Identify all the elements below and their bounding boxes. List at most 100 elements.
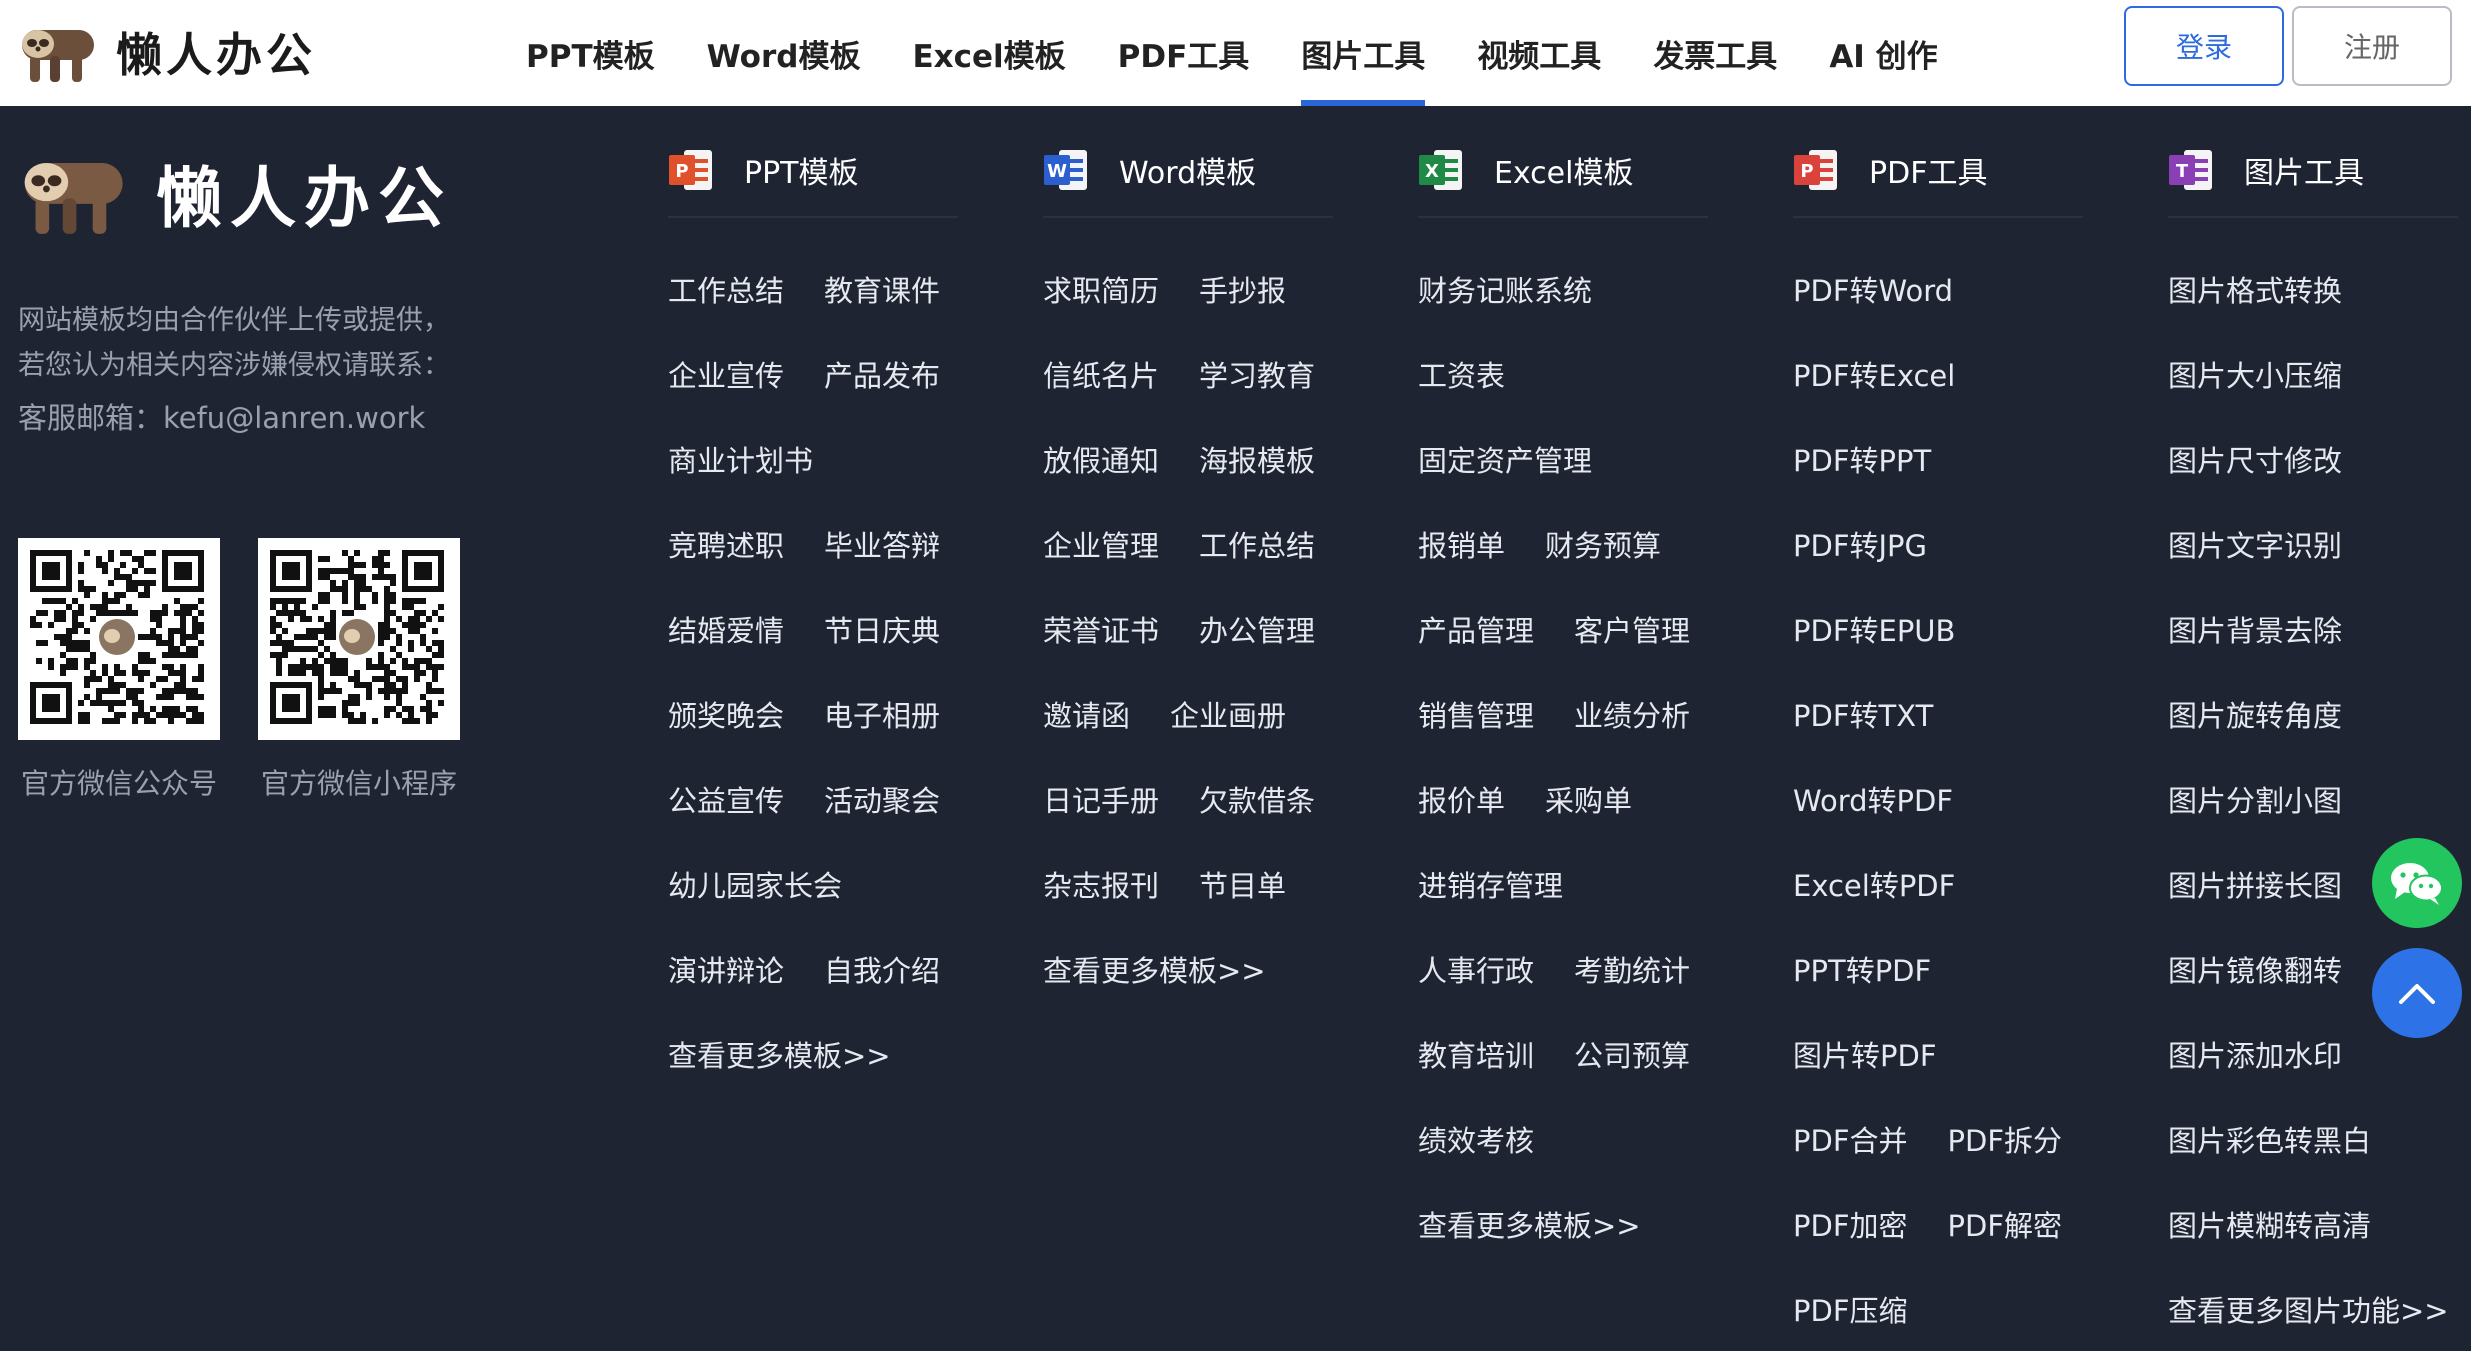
nav-item[interactable]: PDF工具 bbox=[1118, 0, 1250, 106]
footer-link[interactable]: 报价单 bbox=[1418, 778, 1505, 820]
footer-link[interactable]: 荣誉证书 bbox=[1043, 608, 1159, 650]
footer-link[interactable]: 演讲辩论 bbox=[668, 948, 784, 990]
footer-link[interactable]: 工资表 bbox=[1418, 353, 1505, 395]
footer-link[interactable]: 手抄报 bbox=[1199, 268, 1286, 310]
footer-link[interactable]: 图片大小压缩 bbox=[2168, 353, 2342, 395]
footer-link[interactable]: PDF拆分 bbox=[1948, 1118, 2063, 1160]
footer-link[interactable]: Excel转PDF bbox=[1793, 863, 1955, 905]
footer-link[interactable]: 日记手册 bbox=[1043, 778, 1159, 820]
footer-link[interactable]: 教育课件 bbox=[824, 268, 940, 310]
wechat-float-button[interactable] bbox=[2372, 838, 2462, 928]
nav-item[interactable]: AI 创作 bbox=[1829, 0, 1937, 106]
footer-link[interactable]: 图片拼接长图 bbox=[2168, 863, 2342, 905]
nav-item[interactable]: PPT模板 bbox=[526, 0, 655, 106]
nav-item[interactable]: 视频工具 bbox=[1477, 0, 1601, 106]
footer-link[interactable]: 图片镜像翻转 bbox=[2168, 948, 2342, 990]
footer-link[interactable]: 图片尺寸修改 bbox=[2168, 438, 2342, 480]
footer-link[interactable]: 放假通知 bbox=[1043, 438, 1159, 480]
column-header[interactable]: T 图片工具 bbox=[2168, 140, 2458, 218]
login-button[interactable]: 登录 bbox=[2124, 6, 2284, 86]
footer-link[interactable]: 公益宣传 bbox=[668, 778, 784, 820]
footer-link[interactable]: PDF合并 bbox=[1793, 1118, 1908, 1160]
view-more-link[interactable]: 查看更多模板>> bbox=[1418, 1203, 1641, 1245]
column-header[interactable]: P PDF工具 bbox=[1793, 140, 2083, 218]
footer-link[interactable]: PDF转EPUB bbox=[1793, 608, 1955, 650]
footer-link[interactable]: 产品发布 bbox=[824, 353, 940, 395]
footer-link[interactable]: 报销单 bbox=[1418, 523, 1505, 565]
footer-link[interactable]: 办公管理 bbox=[1199, 608, 1315, 650]
footer-link[interactable]: 图片添加水印 bbox=[2168, 1033, 2342, 1075]
footer-link[interactable]: 企业管理 bbox=[1043, 523, 1159, 565]
footer-link[interactable]: 图片旋转角度 bbox=[2168, 693, 2342, 735]
footer-link[interactable]: 销售管理 bbox=[1418, 693, 1534, 735]
site-logo[interactable]: 懒人办公 bbox=[16, 10, 316, 94]
footer-link[interactable]: PDF解密 bbox=[1948, 1203, 2063, 1245]
footer-link[interactable]: 节日庆典 bbox=[824, 608, 940, 650]
column-header[interactable]: W Word模板 bbox=[1043, 140, 1333, 218]
nav-item[interactable]: Excel模板 bbox=[912, 0, 1065, 106]
nav-item[interactable]: 发票工具 bbox=[1653, 0, 1777, 106]
column-header[interactable]: P PPT模板 bbox=[668, 140, 958, 218]
footer-link[interactable]: 竞聘述职 bbox=[668, 523, 784, 565]
footer-link[interactable]: 欠款借条 bbox=[1199, 778, 1315, 820]
footer-link[interactable]: 结婚爱情 bbox=[668, 608, 784, 650]
footer-link[interactable]: 商业计划书 bbox=[668, 438, 813, 480]
link-row: PPT转PDF bbox=[1793, 926, 2083, 1011]
footer-link[interactable]: 毕业答辩 bbox=[824, 523, 940, 565]
footer-link[interactable]: 财务记账系统 bbox=[1418, 268, 1592, 310]
footer-link[interactable]: 图片格式转换 bbox=[2168, 268, 2342, 310]
footer-link[interactable]: PPT转PDF bbox=[1793, 948, 1931, 990]
footer-link[interactable]: 绩效考核 bbox=[1418, 1118, 1534, 1160]
view-more-link[interactable]: 查看更多模板>> bbox=[1043, 948, 1266, 990]
footer-link[interactable]: 固定资产管理 bbox=[1418, 438, 1592, 480]
footer-link[interactable]: 产品管理 bbox=[1418, 608, 1534, 650]
footer-link[interactable]: 电子相册 bbox=[824, 693, 940, 735]
footer-link[interactable]: 求职简历 bbox=[1043, 268, 1159, 310]
footer-link[interactable]: 公司预算 bbox=[1574, 1033, 1690, 1075]
footer-link[interactable]: PDF加密 bbox=[1793, 1203, 1908, 1245]
column-header[interactable]: X Excel模板 bbox=[1418, 140, 1708, 218]
footer-link[interactable]: Word转PDF bbox=[1793, 778, 1953, 820]
footer-link[interactable]: 客户管理 bbox=[1574, 608, 1690, 650]
footer-link[interactable]: 自我介绍 bbox=[824, 948, 940, 990]
footer-link[interactable]: PDF转TXT bbox=[1793, 693, 1933, 735]
view-more-link[interactable]: 查看更多模板>> bbox=[668, 1033, 891, 1075]
footer-link[interactable]: 邀请函 bbox=[1043, 693, 1130, 735]
footer-link[interactable]: 颁奖晚会 bbox=[668, 693, 784, 735]
footer-link[interactable]: PDF压缩 bbox=[1793, 1288, 1908, 1330]
footer-link[interactable]: 活动聚会 bbox=[824, 778, 940, 820]
footer-link[interactable]: 采购单 bbox=[1545, 778, 1632, 820]
footer-link[interactable]: 信纸名片 bbox=[1043, 353, 1159, 395]
footer-link[interactable]: PDF转Excel bbox=[1793, 353, 1955, 395]
register-button[interactable]: 注册 bbox=[2292, 6, 2452, 86]
footer-link[interactable]: PDF转Word bbox=[1793, 268, 1953, 310]
view-more-link[interactable]: 查看更多图片功能>> bbox=[2168, 1288, 2449, 1330]
footer-link[interactable]: 杂志报刊 bbox=[1043, 863, 1159, 905]
back-to-top-button[interactable] bbox=[2372, 948, 2462, 1038]
footer-link[interactable]: 企业画册 bbox=[1170, 693, 1286, 735]
footer-link[interactable]: 工作总结 bbox=[668, 268, 784, 310]
footer-link[interactable]: 工作总结 bbox=[1199, 523, 1315, 565]
footer-link[interactable]: 节目单 bbox=[1199, 863, 1286, 905]
footer-link[interactable]: 考勤统计 bbox=[1574, 948, 1690, 990]
footer-link[interactable]: 图片文字识别 bbox=[2168, 523, 2342, 565]
footer-link[interactable]: 图片彩色转黑白 bbox=[2168, 1118, 2371, 1160]
footer-logo[interactable]: 懒人办公 bbox=[16, 138, 452, 248]
footer-link[interactable]: 进销存管理 bbox=[1418, 863, 1563, 905]
footer-link[interactable]: 图片模糊转高清 bbox=[2168, 1203, 2371, 1245]
footer-link[interactable]: 图片背景去除 bbox=[2168, 608, 2342, 650]
footer-link[interactable]: 教育培训 bbox=[1418, 1033, 1534, 1075]
footer-link[interactable]: PDF转JPG bbox=[1793, 523, 1927, 565]
footer-link[interactable]: 学习教育 bbox=[1199, 353, 1315, 395]
footer-link[interactable]: 幼儿园家长会 bbox=[668, 863, 842, 905]
footer-link[interactable]: 海报模板 bbox=[1199, 438, 1315, 480]
footer-link[interactable]: 企业宣传 bbox=[668, 353, 784, 395]
nav-item[interactable]: Word模板 bbox=[707, 0, 861, 106]
footer-link[interactable]: PDF转PPT bbox=[1793, 438, 1931, 480]
footer-link[interactable]: 图片转PDF bbox=[1793, 1033, 1937, 1075]
footer-link[interactable]: 业绩分析 bbox=[1574, 693, 1690, 735]
footer-link[interactable]: 人事行政 bbox=[1418, 948, 1534, 990]
footer-link[interactable]: 财务预算 bbox=[1545, 523, 1661, 565]
footer-link[interactable]: 图片分割小图 bbox=[2168, 778, 2342, 820]
nav-item[interactable]: 图片工具 bbox=[1301, 0, 1426, 106]
